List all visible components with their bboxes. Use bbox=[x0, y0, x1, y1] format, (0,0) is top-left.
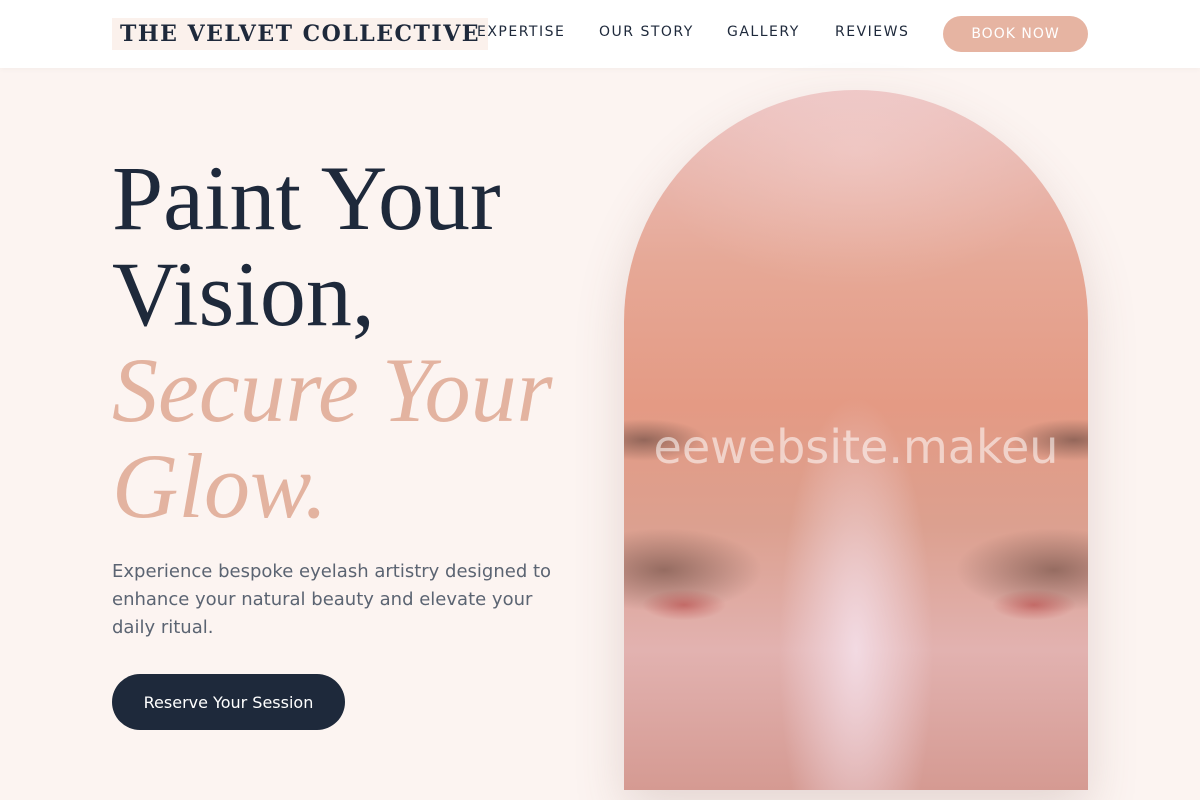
site-header: THE VELVET COLLECTIVE EXPERTISE OUR STOR… bbox=[0, 0, 1200, 68]
hero-description: Experience bespoke eyelash artistry desi… bbox=[112, 561, 552, 638]
hero-accent-line-1: Secure Your bbox=[112, 339, 553, 441]
image-watermark: eewebsite.makeu bbox=[653, 420, 1059, 474]
book-now-button[interactable]: BOOK NOW bbox=[943, 16, 1088, 52]
reserve-session-button[interactable]: Reserve Your Session bbox=[112, 674, 345, 730]
hero-accent-line-2: Glow. bbox=[112, 435, 328, 537]
nav-link-expertise[interactable]: EXPERTISE bbox=[477, 24, 565, 40]
site-logo[interactable]: THE VELVET COLLECTIVE bbox=[112, 18, 489, 50]
hero-title: Paint Your Vision, Secure Your Glow. bbox=[112, 150, 632, 534]
hero-title-line-1: Paint Your bbox=[112, 147, 501, 249]
hero-title-line-2: Vision, bbox=[112, 243, 375, 345]
hero-image-arch: eewebsite.makeu bbox=[624, 90, 1088, 790]
nav-link-gallery[interactable]: GALLERY bbox=[727, 24, 800, 40]
nav-link-our-story[interactable]: OUR STORY bbox=[599, 24, 694, 40]
nav-link-reviews[interactable]: REVIEWS bbox=[835, 24, 909, 40]
